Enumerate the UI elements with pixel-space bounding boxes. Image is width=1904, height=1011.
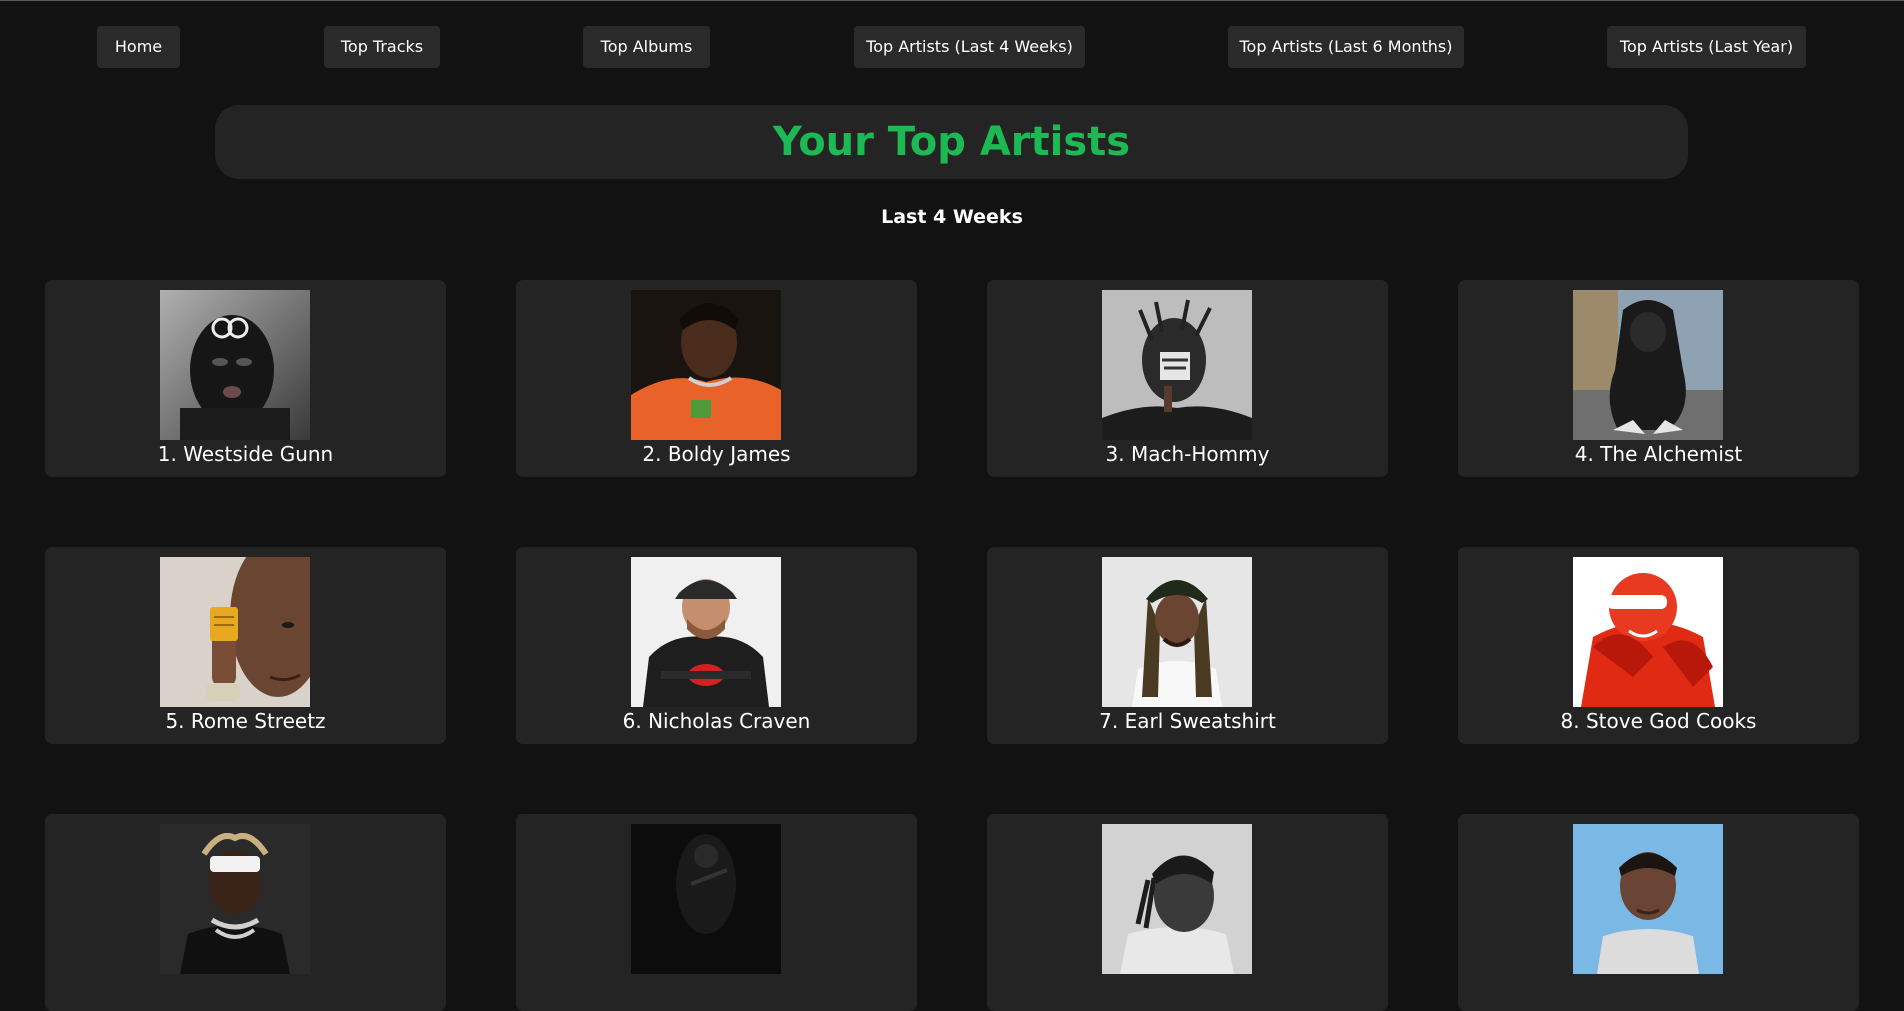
artist-photo bbox=[631, 824, 781, 974]
nav-top-tracks-button[interactable]: Top Tracks bbox=[324, 26, 440, 68]
artist-name: 5. Rome Streetz bbox=[165, 709, 326, 733]
nav-top-artists-4w-button[interactable]: Top Artists (Last 4 Weeks) bbox=[854, 26, 1085, 68]
nav-top-artists-year-button[interactable]: Top Artists (Last Year) bbox=[1607, 26, 1806, 68]
artist-photo bbox=[160, 290, 310, 440]
nav-home-button[interactable]: Home bbox=[97, 26, 180, 68]
artist-photo bbox=[1573, 824, 1723, 974]
artist-photo bbox=[1573, 290, 1723, 440]
nav-top-albums-button[interactable]: Top Albums bbox=[583, 26, 710, 68]
artist-photo bbox=[1102, 557, 1252, 707]
artist-photo bbox=[631, 557, 781, 707]
artist-name: 8. Stove God Cooks bbox=[1560, 709, 1757, 733]
artist-card[interactable]: 6. Nicholas Craven bbox=[516, 547, 917, 744]
nav-top-artists-6m-button[interactable]: Top Artists (Last 6 Months) bbox=[1228, 26, 1464, 68]
artist-photo bbox=[1102, 824, 1252, 974]
artist-photo bbox=[1573, 557, 1723, 707]
artist-card[interactable]: 4. The Alchemist bbox=[1458, 280, 1859, 477]
page-title-banner: Your Top Artists bbox=[215, 105, 1688, 179]
time-range-subtitle: Last 4 Weeks bbox=[881, 206, 1023, 228]
artist-photo bbox=[160, 824, 310, 974]
artist-name: 3. Mach-Hommy bbox=[1105, 442, 1270, 466]
artist-card[interactable] bbox=[1458, 814, 1859, 1011]
artist-card[interactable]: 8. Stove God Cooks bbox=[1458, 547, 1859, 744]
artist-photo bbox=[160, 557, 310, 707]
artist-name: 7. Earl Sweatshirt bbox=[1099, 709, 1276, 733]
artist-name: 4. The Alchemist bbox=[1574, 442, 1743, 466]
artist-card[interactable] bbox=[516, 814, 917, 1011]
artist-card[interactable]: 7. Earl Sweatshirt bbox=[987, 547, 1388, 744]
artist-name: 2. Boldy James bbox=[642, 442, 791, 466]
main-nav: Home Top Tracks Top Albums Top Artists (… bbox=[0, 26, 1904, 68]
artist-card[interactable] bbox=[987, 814, 1388, 1011]
artist-name: 6. Nicholas Craven bbox=[622, 709, 811, 733]
artist-card[interactable]: 5. Rome Streetz bbox=[45, 547, 446, 744]
page-title: Your Top Artists bbox=[772, 119, 1131, 165]
artist-card[interactable] bbox=[45, 814, 446, 1011]
artist-card[interactable]: 3. Mach-Hommy bbox=[987, 280, 1388, 477]
artist-photo bbox=[631, 290, 781, 440]
artist-name: 1. Westside Gunn bbox=[157, 442, 334, 466]
artist-card[interactable]: 2. Boldy James bbox=[516, 280, 917, 477]
top-border-line bbox=[0, 0, 1904, 1]
artist-photo bbox=[1102, 290, 1252, 440]
artist-card[interactable]: 1. Westside Gunn bbox=[45, 280, 446, 477]
